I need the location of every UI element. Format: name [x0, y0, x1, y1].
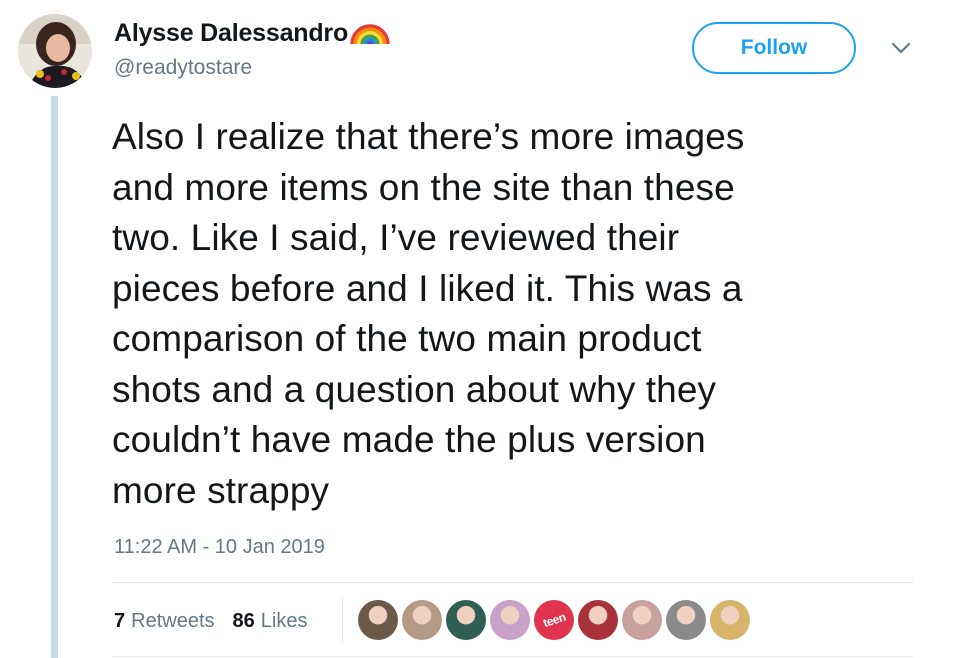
- tweet-text: Also I realize that there’s more images …: [112, 112, 892, 516]
- liker-avatar-2[interactable]: [402, 600, 442, 640]
- tweet-line: pieces before and I liked it. This was a: [112, 267, 743, 309]
- likes-label: Likes: [260, 609, 308, 632]
- retweets-stat[interactable]: 7 Retweets: [114, 610, 215, 633]
- liker-avatar-4[interactable]: [490, 600, 530, 640]
- tweet-timestamp[interactable]: 11:22 AM - 10 Jan 2019: [114, 536, 325, 559]
- liker-avatar-5[interactable]: teen: [534, 600, 574, 640]
- user-handle[interactable]: @readytostare: [114, 56, 252, 80]
- tweet-line: more strappy: [112, 469, 330, 511]
- user-name-row[interactable]: Alysse Dalessandro: [114, 18, 390, 48]
- chevron-down-icon[interactable]: [890, 40, 912, 56]
- tweet-line: Also I realize that there’s more images: [112, 116, 745, 157]
- display-name[interactable]: Alysse Dalessandro: [114, 19, 348, 48]
- retweets-label: Retweets: [131, 609, 215, 632]
- liker-avatar-9[interactable]: [710, 600, 750, 640]
- liker-avatar-7[interactable]: [622, 600, 662, 640]
- tweet-line: and more items on the site than these: [112, 166, 735, 208]
- tweet-line: comparison of the two main product: [112, 318, 702, 359]
- thread-line: [51, 96, 58, 658]
- likes-count: 86: [232, 609, 255, 632]
- follow-button[interactable]: Follow: [692, 22, 856, 74]
- liker-avatar-1[interactable]: [358, 600, 398, 640]
- tweet-line: two. Like I said, I’ve reviewed their: [112, 217, 680, 258]
- liker-avatar-text: teen: [541, 609, 567, 631]
- tweet-line: shots and a question about why they: [112, 368, 717, 410]
- stats-separator: [342, 596, 343, 644]
- tweet-stats: 7 Retweets 86 Likes: [114, 606, 325, 636]
- liker-avatar-3[interactable]: [446, 600, 486, 640]
- liker-avatar-8[interactable]: [666, 600, 706, 640]
- divider: [112, 582, 914, 583]
- rainbow-emoji-icon: [350, 18, 390, 45]
- avatar[interactable]: [18, 14, 92, 88]
- likes-stat[interactable]: 86 Likes: [233, 610, 308, 633]
- tweet-line: couldn’t have made the plus version: [112, 419, 706, 460]
- liker-avatar-6[interactable]: [578, 600, 618, 640]
- liker-avatars: teen: [358, 600, 754, 640]
- divider: [112, 656, 914, 657]
- retweets-count: 7: [114, 609, 126, 632]
